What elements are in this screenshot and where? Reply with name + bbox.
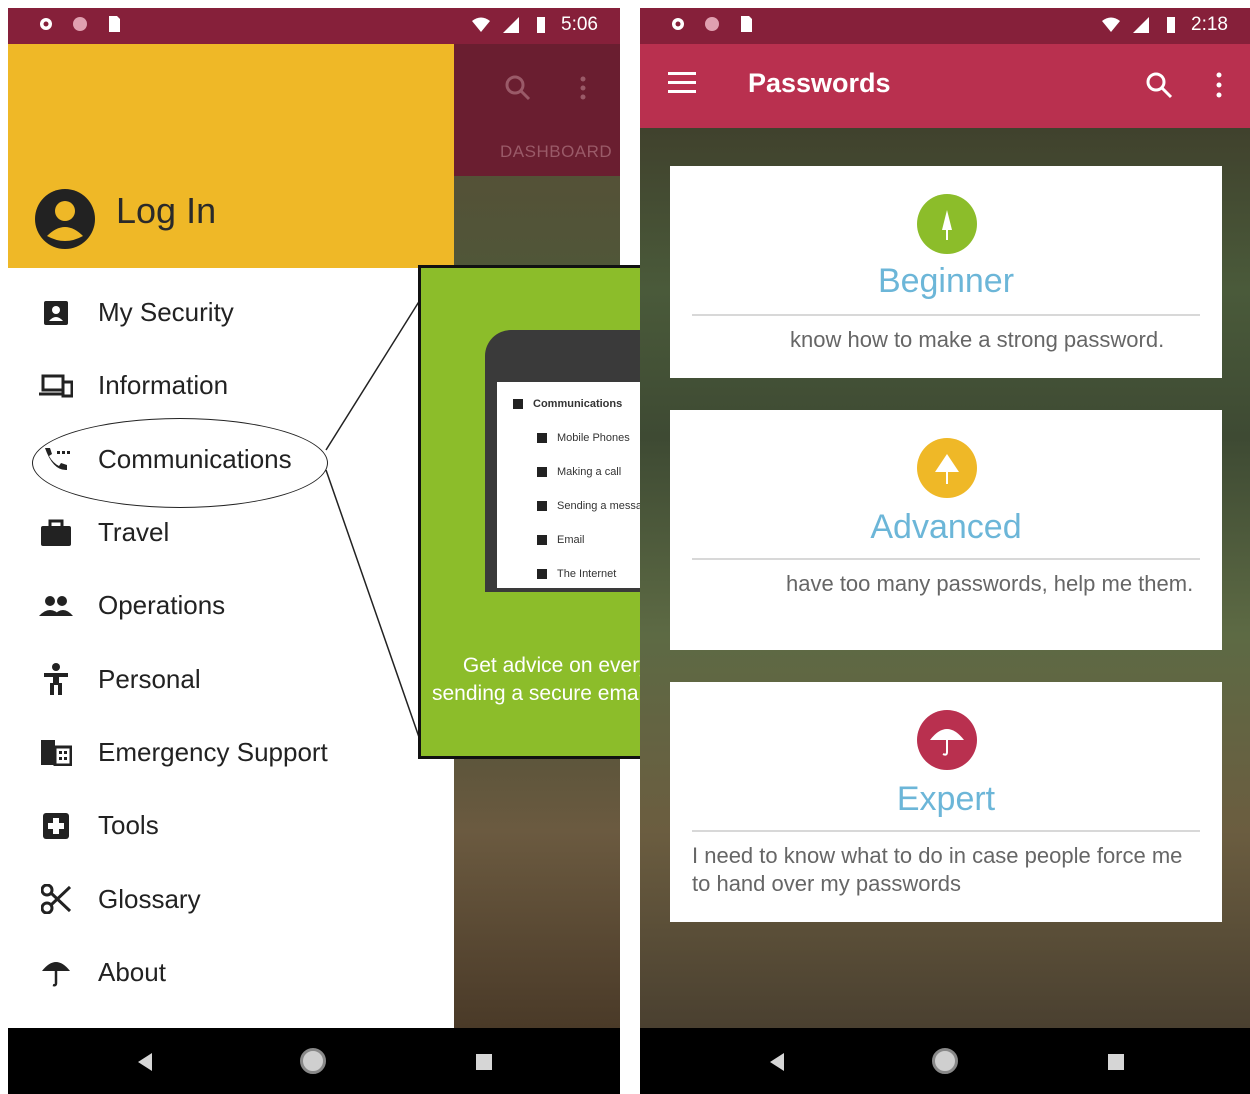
scissors-icon xyxy=(38,881,74,917)
drawer-header: Log In xyxy=(8,44,454,268)
menu-item-my-security[interactable]: My Security xyxy=(8,276,454,349)
card-advanced[interactable]: Advanced have too many passwords, help m… xyxy=(670,410,1222,650)
status-time: 5:06 xyxy=(561,14,598,35)
signal-icon xyxy=(1133,17,1150,33)
divider xyxy=(692,830,1200,832)
wifi-icon xyxy=(537,569,547,579)
menu-item-label: Personal xyxy=(98,663,201,694)
home-button[interactable] xyxy=(932,1048,958,1074)
menu-item-label: Information xyxy=(98,370,229,401)
menu-item-label: Emergency Support xyxy=(98,736,328,767)
recents-button[interactable] xyxy=(1108,1054,1124,1070)
back-icon[interactable] xyxy=(136,1052,154,1072)
menu-item-travel[interactable]: Travel xyxy=(8,496,454,569)
call-icon xyxy=(537,467,547,477)
email-icon xyxy=(537,535,547,545)
tab-dashboard[interactable]: DASHBOARD xyxy=(500,142,612,162)
search-icon[interactable] xyxy=(504,74,532,102)
system-nav-bar xyxy=(8,1028,620,1094)
back-icon[interactable] xyxy=(768,1052,786,1072)
card-beginner[interactable]: Beginner know how to make a strong passw… xyxy=(670,166,1222,378)
menu-item-operations[interactable]: Operations xyxy=(8,569,454,642)
sd-card-icon xyxy=(109,16,120,32)
status-time: 2:18 xyxy=(1191,14,1228,35)
drawer-menu: My Security Information Communications T… xyxy=(8,276,454,1009)
card-expert[interactable]: Expert I need to know what to do in case… xyxy=(670,682,1222,922)
settings-icon xyxy=(40,18,52,30)
card-title: Expert xyxy=(896,780,996,818)
mini-item-email: Email xyxy=(537,534,585,546)
record-icon xyxy=(705,17,719,31)
account-circle-icon[interactable] xyxy=(34,188,96,250)
menu-item-label: My Security xyxy=(98,297,234,328)
highlight-ellipse xyxy=(32,418,328,508)
login-label[interactable]: Log In xyxy=(116,190,216,232)
mini-item-communications: Communications xyxy=(513,398,622,410)
menu-item-label: About xyxy=(98,956,166,987)
people-icon xyxy=(38,588,74,624)
status-bar: 2:18 xyxy=(640,8,1250,44)
menu-item-about[interactable]: About xyxy=(8,936,454,1009)
menu-item-glossary[interactable]: Glossary xyxy=(8,862,454,935)
account-box-icon xyxy=(38,295,74,331)
status-bar: 5:06 xyxy=(8,8,620,44)
battery-icon xyxy=(1167,17,1176,33)
mini-item-sending-message: Sending a message xyxy=(537,500,654,512)
card-title: Beginner xyxy=(877,262,1015,300)
card-description: have too many passwords, help me them. xyxy=(786,571,1194,596)
menu-item-personal[interactable]: Personal xyxy=(8,642,454,715)
umbrella-open-icon xyxy=(917,710,977,770)
mini-item-making-call: Making a call xyxy=(537,466,621,478)
app-toolbar: Passwords xyxy=(640,44,1250,128)
more-vert-icon[interactable] xyxy=(578,74,588,102)
page-title: Passwords xyxy=(748,68,891,98)
card-title: Advanced xyxy=(870,508,1022,546)
signal-icon xyxy=(503,17,520,33)
phone-icon xyxy=(513,399,523,409)
building-icon xyxy=(38,734,74,770)
card-description: I need to know what to do in case people… xyxy=(692,843,1183,896)
background-toolbar: DASHBOARD xyxy=(448,44,620,176)
accessibility-icon xyxy=(38,661,74,697)
more-vert-icon[interactable] xyxy=(1214,70,1224,100)
smartphone-icon xyxy=(537,433,547,443)
menu-item-label: Tools xyxy=(98,810,159,841)
umbrella-icon xyxy=(38,954,74,990)
menu-item-information[interactable]: Information xyxy=(8,349,454,422)
mini-item-internet: The Internet xyxy=(537,568,616,580)
devices-icon xyxy=(38,368,74,404)
recents-button[interactable] xyxy=(476,1054,492,1070)
wifi-icon xyxy=(472,17,491,32)
card-description: know how to make a strong password. xyxy=(790,327,1165,352)
menu-item-label: Travel xyxy=(98,517,170,548)
settings-icon xyxy=(672,18,684,30)
divider xyxy=(692,314,1200,316)
record-icon xyxy=(73,17,87,31)
sd-card-icon xyxy=(741,16,752,32)
menu-item-label: Glossary xyxy=(98,883,201,914)
search-icon[interactable] xyxy=(1144,70,1174,100)
umbrella-closed-icon xyxy=(917,194,977,254)
menu-item-tools[interactable]: Tools xyxy=(8,789,454,862)
divider xyxy=(692,558,1200,560)
menu-item-emergency-support[interactable]: Emergency Support xyxy=(8,716,454,789)
first-aid-icon xyxy=(38,808,74,844)
battery-icon xyxy=(537,17,546,33)
right-phone-screen: 2:18 Passwords Beginner know how to make… xyxy=(640,8,1250,1094)
message-icon xyxy=(537,501,547,511)
menu-item-label: Operations xyxy=(98,590,226,621)
navigation-drawer: Log In My Security Information Communica… xyxy=(8,44,454,1028)
mini-item-mobile-phones: Mobile Phones xyxy=(537,432,630,444)
wifi-icon xyxy=(1102,17,1121,32)
umbrella-half-icon xyxy=(917,438,977,498)
system-nav-bar xyxy=(640,1028,1250,1094)
hamburger-menu-icon[interactable] xyxy=(668,72,696,94)
home-button[interactable] xyxy=(300,1048,326,1074)
briefcase-icon xyxy=(38,515,74,551)
